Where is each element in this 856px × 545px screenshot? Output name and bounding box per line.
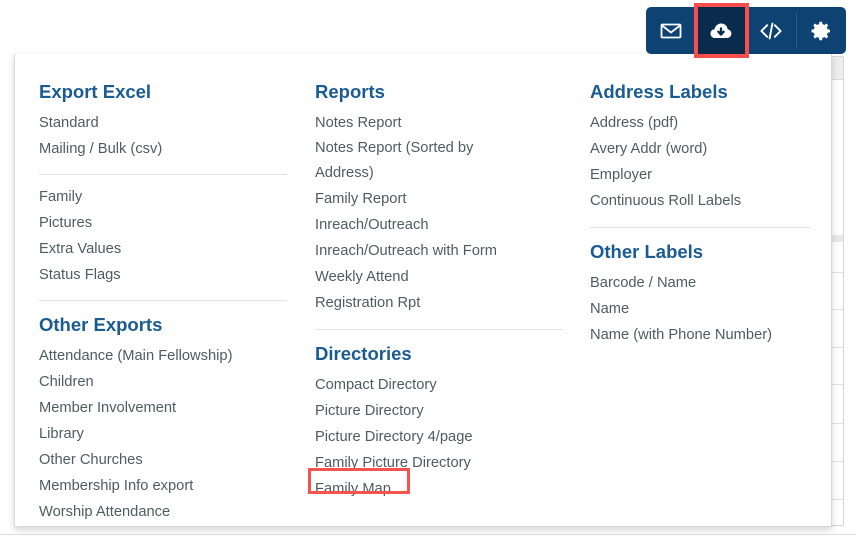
- menu-item-address-pdf[interactable]: Address (pdf): [590, 110, 810, 136]
- export-button[interactable]: [696, 7, 746, 54]
- menu-item-family-picture-directory[interactable]: Family Picture Directory: [315, 450, 565, 476]
- background-bottom-divider: [0, 534, 856, 535]
- menu-item-mailing-bulk-csv[interactable]: Mailing / Bulk (csv): [39, 136, 289, 162]
- menu-item-attendance-main-fellowship[interactable]: Attendance (Main Fellowship): [39, 343, 289, 369]
- menu-item-avery-addr-word[interactable]: Avery Addr (word): [590, 136, 810, 162]
- dropdown-column-middle: Reports Notes Report Notes Report (Sorte…: [315, 54, 565, 502]
- dropdown-column-right: Address Labels Address (pdf) Avery Addr …: [590, 54, 810, 348]
- menu-item-name[interactable]: Name: [590, 296, 810, 322]
- menu-item-family-report[interactable]: Family Report: [315, 186, 565, 212]
- group-title-reports: Reports: [315, 81, 385, 102]
- dropdown-column-left: Export Excel Standard Mailing / Bulk (cs…: [39, 54, 289, 525]
- code-brackets-icon: [758, 19, 784, 43]
- menu-item-standard[interactable]: Standard: [39, 110, 289, 136]
- menu-item-compact-directory[interactable]: Compact Directory: [315, 372, 565, 398]
- group-title-other-labels: Other Labels: [590, 241, 704, 262]
- group-title-address-labels: Address Labels: [590, 81, 728, 102]
- cloud-download-icon: [708, 18, 734, 44]
- menu-item-extra-values[interactable]: Extra Values: [39, 236, 289, 262]
- divider: [39, 174, 287, 175]
- envelope-icon: [659, 19, 683, 43]
- code-button[interactable]: [746, 7, 796, 54]
- menu-item-pictures[interactable]: Pictures: [39, 210, 289, 236]
- menu-item-membership-info-export[interactable]: Membership Info export: [39, 473, 289, 499]
- menu-item-picture-directory[interactable]: Picture Directory: [315, 398, 565, 424]
- group-title-export-excel: Export Excel: [39, 81, 152, 102]
- menu-item-continuous-roll-labels[interactable]: Continuous Roll Labels: [590, 188, 810, 214]
- menu-item-notes-report-sorted-by-address[interactable]: Notes Report (Sorted by Address): [315, 136, 510, 186]
- menu-item-inreach-outreach-with-form[interactable]: Inreach/Outreach with Form: [315, 238, 565, 264]
- menu-item-library[interactable]: Library: [39, 421, 289, 447]
- menu-item-notes-report[interactable]: Notes Report: [315, 110, 565, 136]
- menu-item-family-map[interactable]: Family Map: [315, 476, 565, 502]
- menu-item-picture-directory-4-per-page[interactable]: Picture Directory 4/page: [315, 424, 565, 450]
- gear-icon: [809, 19, 833, 43]
- top-toolbar: [646, 7, 846, 54]
- menu-item-family[interactable]: Family: [39, 184, 289, 210]
- menu-item-member-involvement[interactable]: Member Involvement: [39, 395, 289, 421]
- menu-item-weekly-attend[interactable]: Weekly Attend: [315, 264, 565, 290]
- menu-item-worship-attendance[interactable]: Worship Attendance: [39, 499, 289, 525]
- menu-item-name-with-phone-number[interactable]: Name (with Phone Number): [590, 322, 810, 348]
- menu-item-employer[interactable]: Employer: [590, 162, 810, 188]
- divider: [39, 300, 287, 301]
- menu-item-barcode-name[interactable]: Barcode / Name: [590, 270, 810, 296]
- divider: [590, 227, 810, 228]
- email-button[interactable]: [646, 7, 696, 54]
- menu-item-status-flags[interactable]: Status Flags: [39, 262, 289, 288]
- export-dropdown-panel: Export Excel Standard Mailing / Bulk (cs…: [14, 54, 832, 527]
- menu-item-children[interactable]: Children: [39, 369, 289, 395]
- settings-button[interactable]: [796, 7, 846, 54]
- menu-item-registration-rpt[interactable]: Registration Rpt: [315, 290, 565, 316]
- menu-item-inreach-outreach[interactable]: Inreach/Outreach: [315, 212, 565, 238]
- menu-item-other-churches[interactable]: Other Churches: [39, 447, 289, 473]
- group-title-directories: Directories: [315, 343, 412, 364]
- divider: [315, 329, 563, 330]
- group-title-other-exports: Other Exports: [39, 314, 163, 335]
